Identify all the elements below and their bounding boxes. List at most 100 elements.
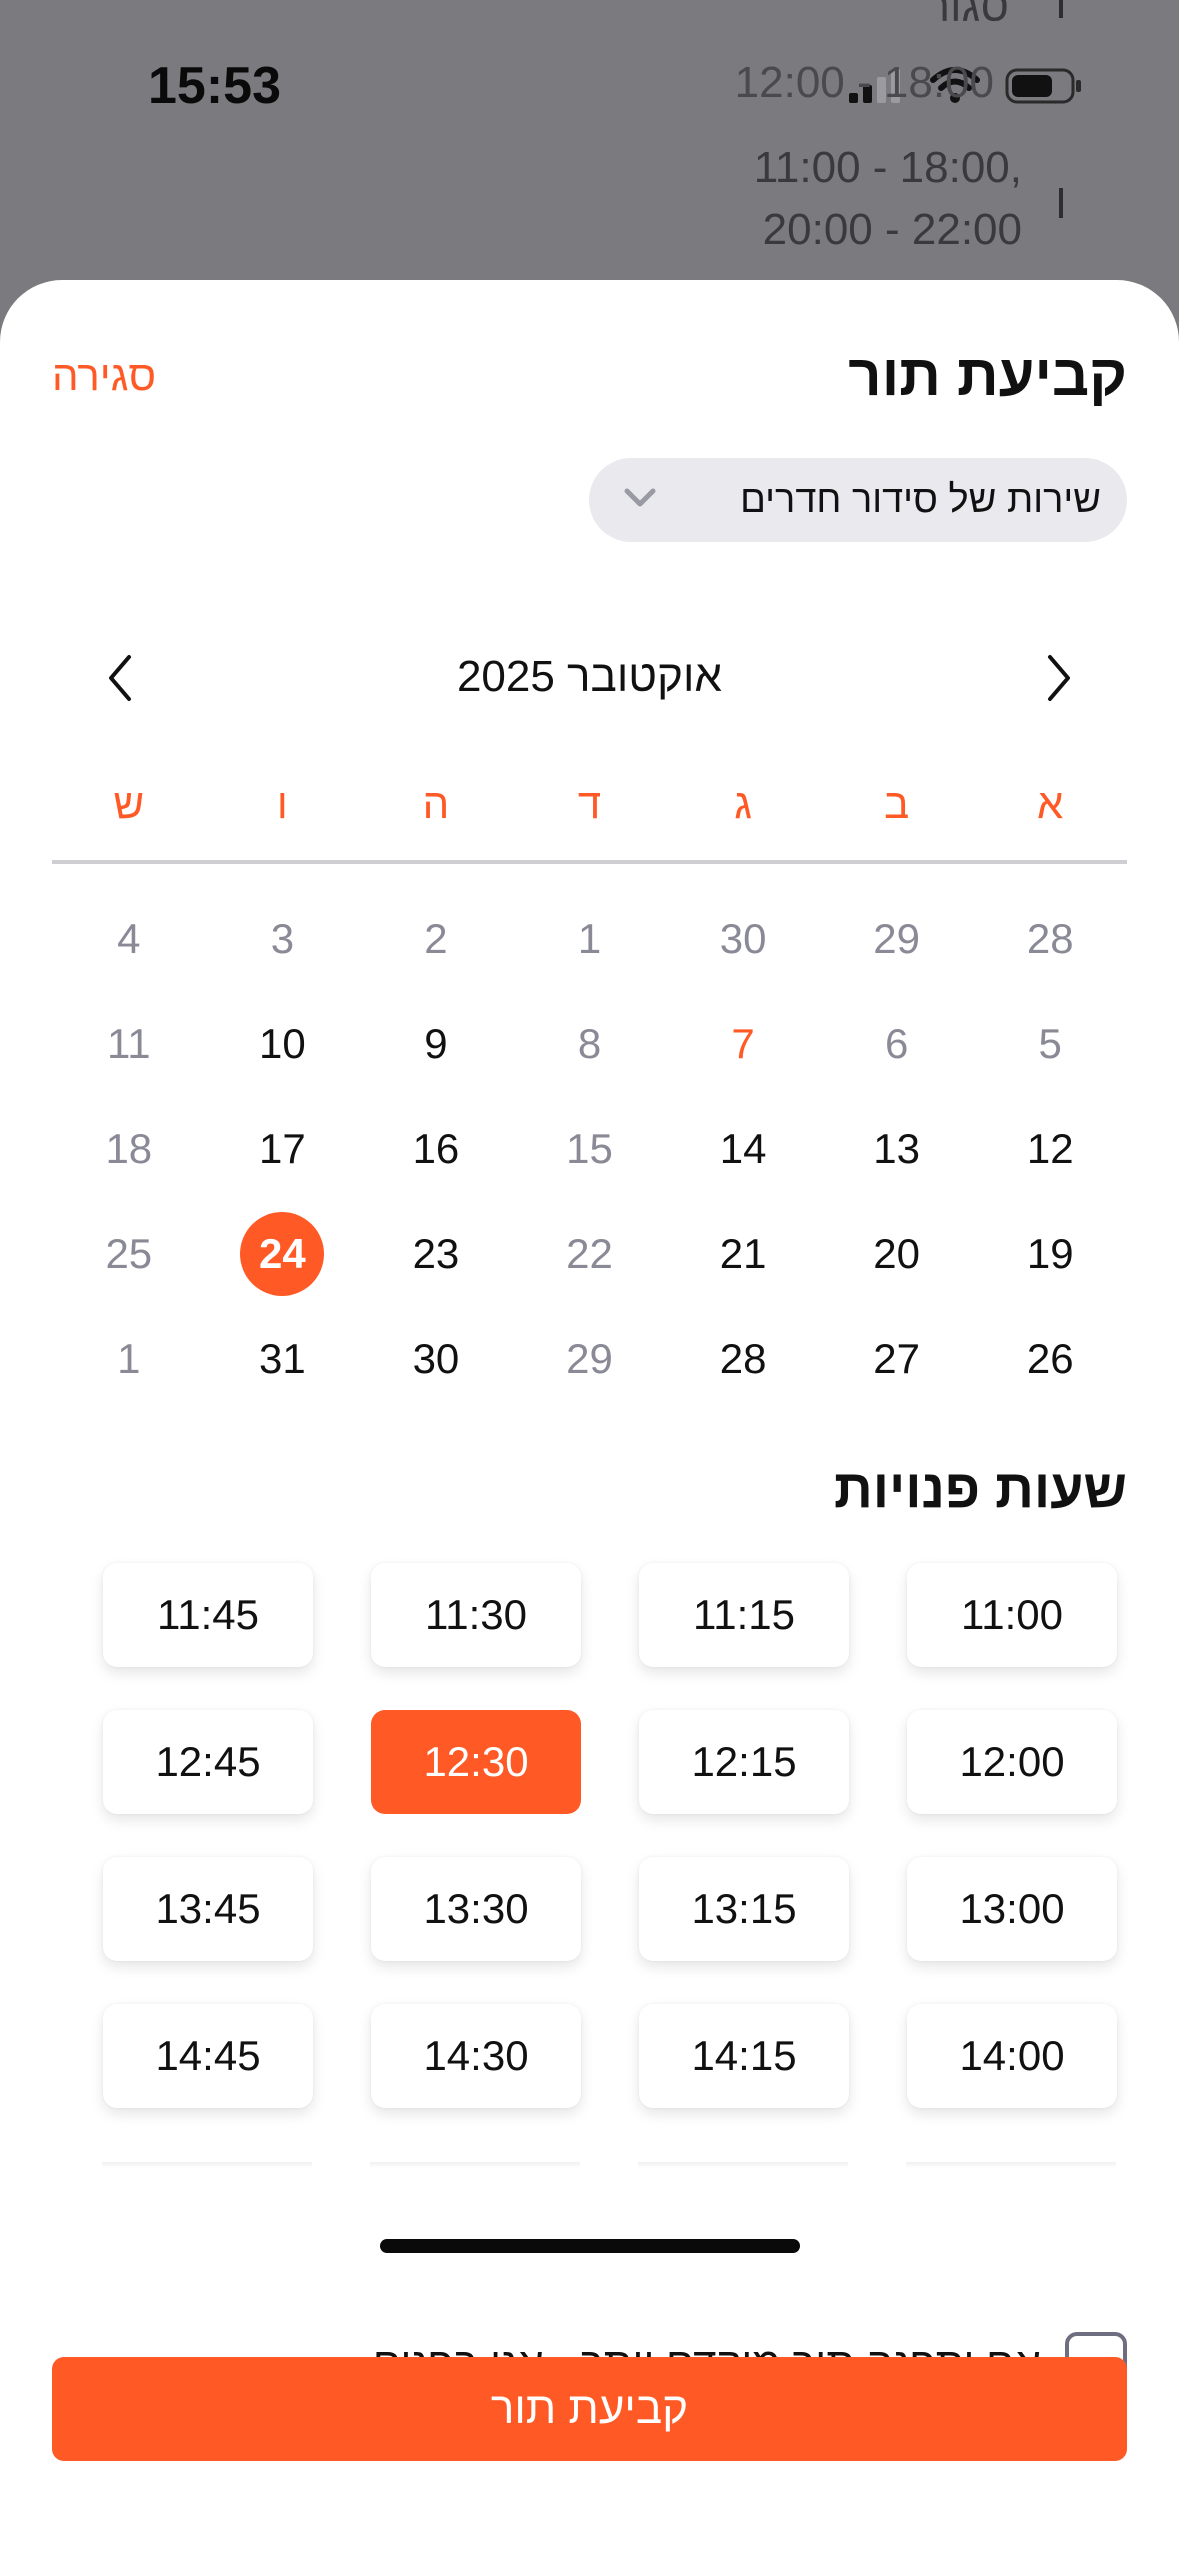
time-slot[interactable]: 14:30 [371,2004,581,2108]
calendar-day[interactable]: 19 [973,1201,1127,1306]
calendar-day[interactable]: 9 [359,991,513,1096]
calendar-day-number: 30 [412,1334,460,1382]
service-select-value: שירות של סידור חדרים [740,478,1101,521]
time-slots-grid: 11:00 11:15 11:30 11:45 12:00 12:15 12:30 12:45… [102,1563,1117,2108]
bg-divider [1059,0,1063,18]
calendar-day[interactable]: 17 [206,1096,360,1201]
time-slot[interactable]: 13:15 [639,1857,849,1961]
book-appointment-button[interactable]: קביעת תור [52,2357,1127,2461]
calendar-day-number: 20 [873,1229,921,1277]
time-slot[interactable]: 11:45 [103,1563,313,1667]
calendar-days-grid: 28 29 30 1 2 3 4 5 6 7 8 9 10 11 12 13 14 15 16 17 18 19 20 21 2… [52,886,1127,1411]
weekday-label: ו [276,780,288,827]
calendar-day-number: 15 [566,1124,613,1172]
calendar-day-number: 13 [873,1124,921,1172]
calendar-day: 28 [973,886,1127,991]
calendar-day[interactable]: 21 [666,1201,820,1306]
time-slot[interactable]: 12:00 [907,1710,1117,1814]
calendar-day-number: 6 [884,1019,909,1067]
calendar-day[interactable]: 12 [973,1096,1127,1201]
calendar-day: 30 [666,886,820,991]
calendar-day: 3 [206,886,360,991]
calendar-day[interactable]: 26 [973,1306,1127,1411]
calendar-day: 5 [973,991,1127,1096]
next-month-button[interactable] [1027,648,1091,712]
status-time: 15:53 [148,57,281,115]
time-slot[interactable]: 13:45 [103,1857,313,1961]
time-slot[interactable]: 12:15 [639,1710,849,1814]
calendar-day-number: 24 [240,1211,325,1296]
calendar-day: 29 [513,1306,667,1411]
calendar-day[interactable]: 13 [820,1096,974,1201]
calendar-day-number: 29 [873,914,921,962]
calendar-day[interactable]: 16 [359,1096,513,1201]
time-slot[interactable]: 12:45 [103,1710,313,1814]
calendar-day: 1 [52,1306,206,1411]
service-select[interactable]: שירות של סידור חדרים [589,458,1127,542]
calendar-day-number: 27 [873,1334,921,1382]
time-slot[interactable]: 14:45 [103,2004,313,2108]
calendar-day-number: 12 [1026,1124,1074,1172]
bg-hours-row-1: 12:00 - 18:00 [734,58,994,107]
calendar-day-number: 2 [424,914,448,962]
calendar-day-selected[interactable]: 24 [206,1201,360,1306]
weekday-label: ה [422,780,450,827]
calendar-day-number: 9 [424,1019,448,1067]
chevron-left-icon [105,653,135,708]
calendar-day-number: 21 [719,1229,767,1277]
calendar-day[interactable]: 7 [666,991,820,1096]
calendar-day: 4 [52,886,206,991]
calendar-day-number: 1 [117,1334,141,1382]
calendar-day-number: 30 [719,914,767,962]
calendar-header: אוקטובר 2025 [52,640,1127,720]
time-slot[interactable]: 11:00 [907,1563,1117,1667]
calendar-day-number: 18 [105,1124,153,1172]
slot-peek [370,2162,580,2168]
time-slot[interactable]: 14:15 [639,2004,849,2108]
bg-divider [1059,188,1063,218]
slot-peek [102,2162,312,2168]
previous-month-button[interactable] [88,648,152,712]
calendar-day[interactable]: 28 [666,1306,820,1411]
weekday-label: ב [884,780,910,827]
calendar-day-number: 5 [1038,1019,1062,1067]
available-slots-title: שעות פנויות [833,1459,1127,1519]
calendar-day: 22 [513,1201,667,1306]
time-slot[interactable]: 11:15 [639,1563,849,1667]
calendar-day: 8 [513,991,667,1096]
month-title: אוקטובר 2025 [456,652,723,701]
weekday-label: ד [577,780,602,827]
calendar-day[interactable]: 27 [820,1306,974,1411]
bg-hours-row-2a: 11:00 - 18:00, [753,143,1022,192]
close-button[interactable]: סגירה [52,352,156,400]
calendar-day: 2 [359,886,513,991]
calendar-day[interactable]: 10 [206,991,360,1096]
slot-peek [638,2162,848,2168]
calendar-day-number: 31 [259,1334,306,1382]
calendar-day-number: 17 [259,1124,306,1172]
weekday-label: ג [734,780,752,827]
calendar-day-number: 28 [719,1334,767,1382]
calendar-day: 1 [513,886,667,991]
time-slot[interactable]: 13:30 [371,1857,581,1961]
calendar-day[interactable]: 23 [359,1201,513,1306]
booking-sheet: קביעת תור סגירה שירות של סידור חדרים אוק… [0,280,1179,2556]
time-slot[interactable]: 14:00 [907,2004,1117,2108]
time-slot-selected[interactable]: 12:30 [371,1710,581,1814]
home-indicator [380,2239,800,2253]
calendar-day[interactable]: 14 [666,1096,820,1201]
calendar-day[interactable]: 30 [359,1306,513,1411]
calendar-day-number: 8 [577,1019,602,1067]
calendar-day-number: 3 [270,914,295,962]
time-slot[interactable]: 13:00 [907,1857,1117,1961]
calendar-day-number: 26 [1026,1334,1074,1382]
time-slot[interactable]: 11:30 [371,1563,581,1667]
calendar-day-number: 19 [1026,1229,1074,1277]
calendar-day-number: 7 [731,1019,755,1067]
calendar-day-number: 16 [412,1124,460,1172]
calendar-day: 11 [52,991,206,1096]
calendar-day[interactable]: 20 [820,1201,974,1306]
weekday-label: ש [113,780,145,827]
slot-peek [906,2162,1116,2168]
calendar-day[interactable]: 31 [206,1306,360,1411]
